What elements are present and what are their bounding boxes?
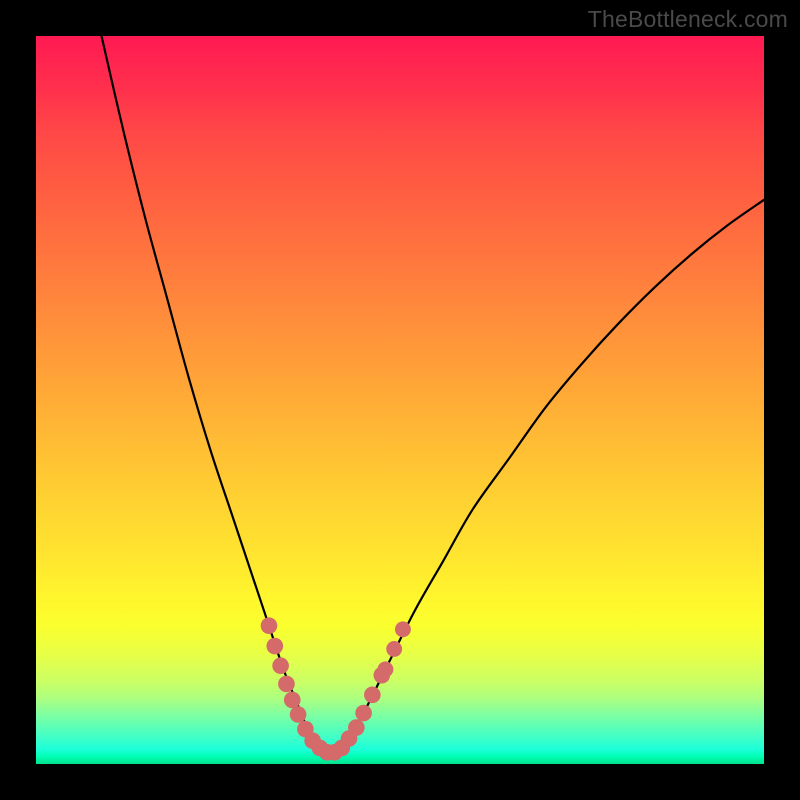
curve-marker: [290, 706, 307, 723]
curve-marker: [355, 705, 372, 722]
bottleneck-curve: [102, 36, 764, 753]
curve-marker: [386, 641, 402, 657]
chart-frame: TheBottleneck.com: [0, 0, 800, 800]
curve-marker: [395, 621, 411, 637]
curve-marker: [266, 638, 283, 655]
curve-marker: [278, 676, 295, 693]
curve-marker: [284, 692, 301, 709]
plot-area: [36, 36, 764, 764]
curve-marker: [364, 687, 381, 704]
curve-markers: [261, 617, 411, 760]
curve-marker: [272, 657, 289, 674]
curve-layer: [36, 36, 764, 764]
curve-marker: [261, 617, 278, 634]
curve-marker: [348, 719, 365, 736]
watermark-text: TheBottleneck.com: [588, 6, 788, 33]
curve-marker: [378, 661, 394, 677]
